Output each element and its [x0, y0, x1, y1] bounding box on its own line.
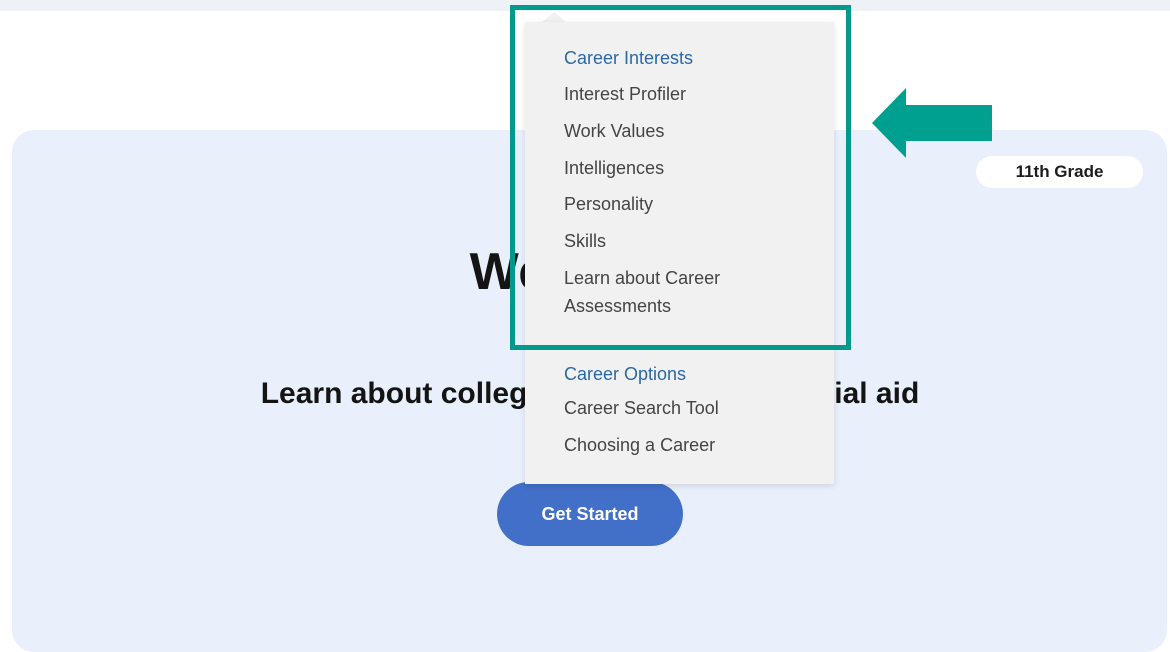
menu-item-choosing-a-career[interactable]: Choosing a Career — [564, 431, 715, 459]
menu-item-career-search-tool[interactable]: Career Search Tool — [564, 394, 719, 422]
arrow-left-icon — [872, 88, 992, 158]
get-started-button[interactable]: Get Started — [497, 482, 683, 546]
menu-heading-career-options: Career Options — [564, 364, 687, 384]
grade-badge[interactable]: 11th Grade — [976, 156, 1143, 188]
highlight-box — [510, 5, 851, 350]
